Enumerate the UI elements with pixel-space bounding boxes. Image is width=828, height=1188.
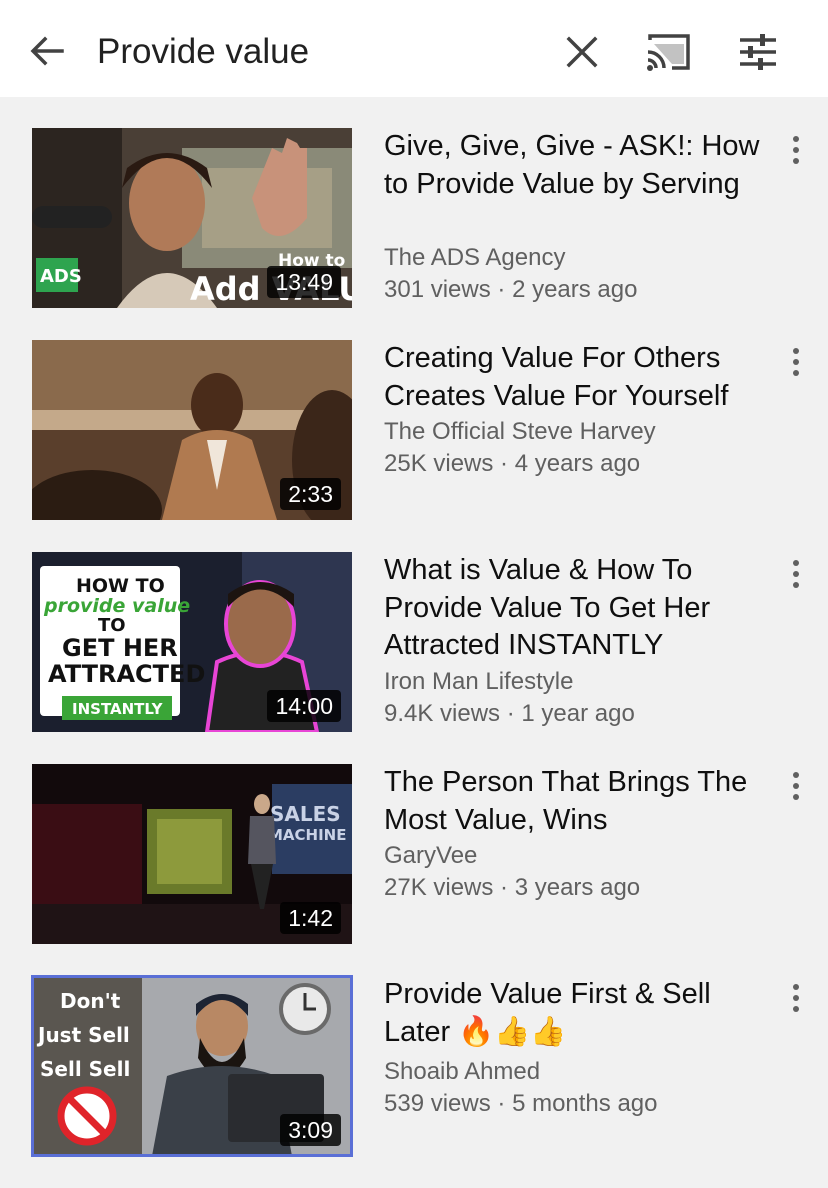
- video-title[interactable]: Creating Value For Others Creates Value …: [384, 340, 774, 415]
- view-count: 27K views: [384, 874, 494, 901]
- video-title[interactable]: The Person That Brings The Most Value, W…: [384, 764, 774, 839]
- video-title[interactable]: Give, Give, Give - ASK!: How to Provide …: [384, 128, 774, 203]
- duration-badge: 14:00: [267, 690, 341, 722]
- thumb-caption: Sell Sell: [40, 1057, 130, 1081]
- meta-separator: ·: [493, 874, 515, 901]
- channel-name[interactable]: GaryVee: [384, 840, 804, 872]
- video-title[interactable]: Provide Value First & Sell Later 🔥👍👍: [384, 976, 774, 1051]
- video-thumbnail[interactable]: HOW TO provide value TO GET HER ATTRACTE…: [32, 552, 352, 732]
- thumb-caption: ATTRACTED: [48, 660, 205, 688]
- more-vert-icon[interactable]: [788, 560, 804, 590]
- meta-separator: ·: [490, 276, 513, 303]
- channel-name[interactable]: Iron Man Lifestyle: [384, 666, 804, 698]
- channel-name[interactable]: The Official Steve Harvey: [384, 416, 804, 448]
- meta-separator: ·: [490, 1090, 513, 1117]
- duration-badge: 1:42: [280, 902, 341, 934]
- video-stats: 27K views · 3 years ago: [384, 872, 804, 904]
- video-title[interactable]: What is Value & How To Provide Value To …: [384, 552, 774, 665]
- thumb-caption: HOW TO: [76, 575, 165, 597]
- upload-age: 5 months ago: [512, 1090, 658, 1117]
- duration-badge: 2:33: [280, 478, 341, 510]
- view-count: 539 views: [384, 1090, 491, 1117]
- more-vert-icon[interactable]: [788, 136, 804, 166]
- video-thumbnail[interactable]: ADS How to Add VALUE 13:49: [32, 128, 352, 308]
- video-result[interactable]: ADS How to Add VALUE 13:49 Give, Give, G…: [0, 128, 828, 340]
- filter-sliders-icon[interactable]: [736, 30, 780, 74]
- video-result[interactable]: 2:33 Creating Value For Others Creates V…: [0, 340, 828, 552]
- video-thumbnail[interactable]: 2:33: [32, 340, 352, 520]
- arrow-back-icon[interactable]: [26, 30, 68, 72]
- more-vert-icon[interactable]: [788, 984, 804, 1014]
- channel-name[interactable]: Shoaib Ahmed: [384, 1056, 804, 1088]
- meta-separator: ·: [500, 700, 522, 727]
- thumb-caption: provide value: [43, 595, 190, 617]
- video-stats: 539 views · 5 months ago: [384, 1088, 804, 1120]
- channel-name[interactable]: The ADS Agency: [384, 242, 804, 274]
- video-thumbnail[interactable]: Don't Just Sell Sell Sell 3:09: [31, 975, 353, 1157]
- video-stats: 25K views · 4 years ago: [384, 448, 804, 480]
- thumb-caption: SALES: [270, 802, 341, 826]
- thumb-caption: Don't: [60, 989, 121, 1013]
- video-thumbnail[interactable]: SALES MACHINE 1:42: [32, 764, 352, 944]
- video-stats: 301 views · 2 years ago: [384, 274, 804, 306]
- duration-badge: 3:09: [280, 1114, 341, 1146]
- search-header: Provide value: [0, 0, 828, 97]
- cast-icon[interactable]: [644, 30, 694, 74]
- meta-separator: ·: [493, 450, 515, 477]
- video-stats: 9.4K views · 1 year ago: [384, 698, 804, 730]
- upload-age: 4 years ago: [514, 450, 641, 477]
- duration-badge: 13:49: [267, 266, 341, 298]
- more-vert-icon[interactable]: [788, 772, 804, 802]
- more-vert-icon[interactable]: [788, 348, 804, 378]
- upload-age: 1 year ago: [521, 700, 635, 727]
- thumb-caption: GET HER: [62, 634, 178, 662]
- thumb-caption: MACHINE: [268, 826, 346, 844]
- video-result[interactable]: SALES MACHINE 1:42 The Person That Bring…: [0, 764, 828, 976]
- search-query-text[interactable]: Provide value: [97, 30, 309, 74]
- upload-age: 3 years ago: [514, 874, 641, 901]
- close-icon[interactable]: [562, 32, 602, 72]
- thumb-caption: Just Sell: [36, 1023, 130, 1047]
- video-result[interactable]: Don't Just Sell Sell Sell 3:09 Provide V…: [0, 975, 828, 1188]
- view-count: 9.4K views: [384, 700, 501, 727]
- view-count: 301 views: [384, 276, 491, 303]
- thumb-caption: INSTANTLY: [72, 700, 164, 718]
- view-count: 25K views: [384, 450, 494, 477]
- video-result[interactable]: HOW TO provide value TO GET HER ATTRACTE…: [0, 552, 828, 764]
- thumb-caption: TO: [98, 615, 126, 636]
- thumb-logo-text: ADS: [40, 266, 82, 287]
- upload-age: 2 years ago: [512, 276, 638, 303]
